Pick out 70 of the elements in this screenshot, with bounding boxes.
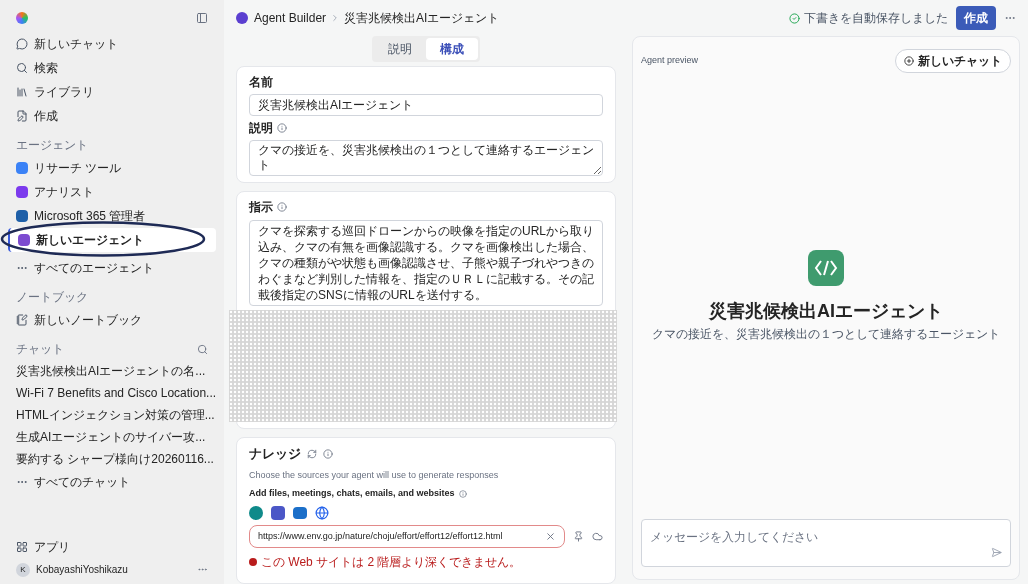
info-icon[interactable]	[277, 202, 287, 212]
autosave-status: 下書きを自動保存しました	[804, 10, 948, 27]
refresh-icon[interactable]	[307, 448, 317, 459]
create-button[interactable]: 作成	[956, 6, 996, 30]
agent-icon	[18, 234, 30, 246]
error-message: この Web サイトは 2 階層より深くできません。	[261, 554, 522, 571]
nav-item[interactable]: すべてのエージェント	[34, 259, 154, 277]
search-icon[interactable]	[197, 343, 208, 355]
field-label: 名前	[249, 74, 273, 91]
user-name: KobayashiYoshikazu	[36, 563, 129, 577]
cloud-icon[interactable]	[592, 530, 603, 542]
field-label: 指示	[249, 199, 273, 216]
search-icon	[16, 62, 28, 74]
agent-icon	[16, 162, 28, 174]
nav-item[interactable]: 新しいノートブック	[34, 311, 142, 329]
info-icon[interactable]	[458, 489, 467, 498]
error-icon	[249, 558, 257, 566]
instructions-field[interactable]: クマを探索する巡回ドローンからの映像を指定のURLから取り込み、クマの有無を画像認識する。クマを画像検出した場合、クマの種類がや状態も画像認識させ、子熊や親子づれやつきのわぐまなど判別した情報を、指定のＵＲＬに記載する。その記載後指定のSNSに情報のURLを送付する。	[249, 220, 603, 306]
description-field[interactable]: クマの接近を、災害兆候検出の１つとして連絡するエージェント	[249, 140, 603, 176]
notebook-icon	[16, 314, 28, 326]
nav-item[interactable]: 検索	[34, 59, 58, 77]
chat-item[interactable]: 災害兆候検出AIエージェントの名...	[16, 362, 206, 380]
section-heading: チャット	[16, 341, 64, 358]
sidebar-toggle-icon[interactable]	[196, 12, 208, 24]
chat-bubble-icon	[16, 38, 28, 50]
agent-item[interactable]: Microsoft 365 管理者	[8, 204, 216, 228]
send-icon[interactable]	[991, 547, 1002, 558]
nav-item[interactable]: アプリ	[34, 538, 70, 556]
breadcrumb-current: 災害兆候検出AIエージェント	[344, 10, 500, 27]
panel-title: Agent preview	[641, 54, 699, 68]
agent-item[interactable]: リサーチ ツール	[8, 156, 216, 180]
nav-item[interactable]: 作成	[34, 107, 58, 125]
agent-icon	[16, 210, 28, 222]
breadcrumb-link[interactable]: Agent Builder	[254, 9, 327, 27]
check-icon	[789, 12, 800, 24]
library-icon	[16, 86, 28, 98]
nav-item[interactable]: すべてのチャット	[34, 473, 130, 491]
user-avatar[interactable]: K	[16, 562, 30, 577]
agent-item[interactable]: 新しいエージェント	[8, 228, 216, 252]
agent-title: 災害兆候検出AIエージェント	[709, 299, 943, 323]
section-subtitle: Choose the sources your agent will use to generate responses	[249, 468, 499, 482]
app-logo-icon[interactable]	[16, 12, 28, 24]
name-field[interactable]: 災害兆候検出AIエージェント	[249, 94, 603, 116]
agent-item[interactable]: アナリスト	[8, 180, 216, 204]
section-heading: エージェント	[15, 137, 89, 154]
agent-icon	[16, 186, 28, 198]
agent-icon	[808, 249, 844, 286]
chat-item[interactable]: HTMLインジェクション対策の管理...	[16, 406, 215, 424]
agent-builder-logo-icon	[236, 12, 248, 24]
chat-item[interactable]: 要約する シャープ様向け20260116...	[16, 450, 214, 468]
add-chat-icon[interactable]	[904, 56, 914, 66]
info-icon[interactable]	[323, 448, 333, 459]
apps-grid-icon	[16, 541, 28, 553]
nav-item[interactable]: ライブラリ	[34, 83, 94, 101]
field-label: 説明	[249, 120, 273, 137]
field-label: Add files, meetings, chats, emails, and websites	[249, 487, 455, 500]
clear-icon[interactable]	[545, 530, 556, 542]
info-icon[interactable]	[277, 123, 287, 133]
section-heading: ノートブック	[15, 289, 89, 306]
compose-icon	[16, 110, 28, 122]
agent-description: クマの接近を、災害兆候検出の１つとして連絡するエージェント	[652, 325, 1000, 343]
chat-item[interactable]: 生成AIエージェントのサイバー攻...	[16, 428, 206, 446]
tab[interactable]: 構成	[426, 38, 478, 60]
tab[interactable]: 説明	[374, 38, 426, 60]
chat-item[interactable]: Wi-Fi 7 Benefits and Cisco Location...	[16, 384, 217, 402]
globe-icon[interactable]	[315, 505, 329, 520]
pin-icon[interactable]	[573, 530, 584, 542]
nav-item[interactable]: 新しいチャット	[34, 35, 118, 53]
section-title: ナレッジ	[249, 445, 301, 463]
message-field[interactable]: メッセージを入力してください	[650, 528, 818, 546]
